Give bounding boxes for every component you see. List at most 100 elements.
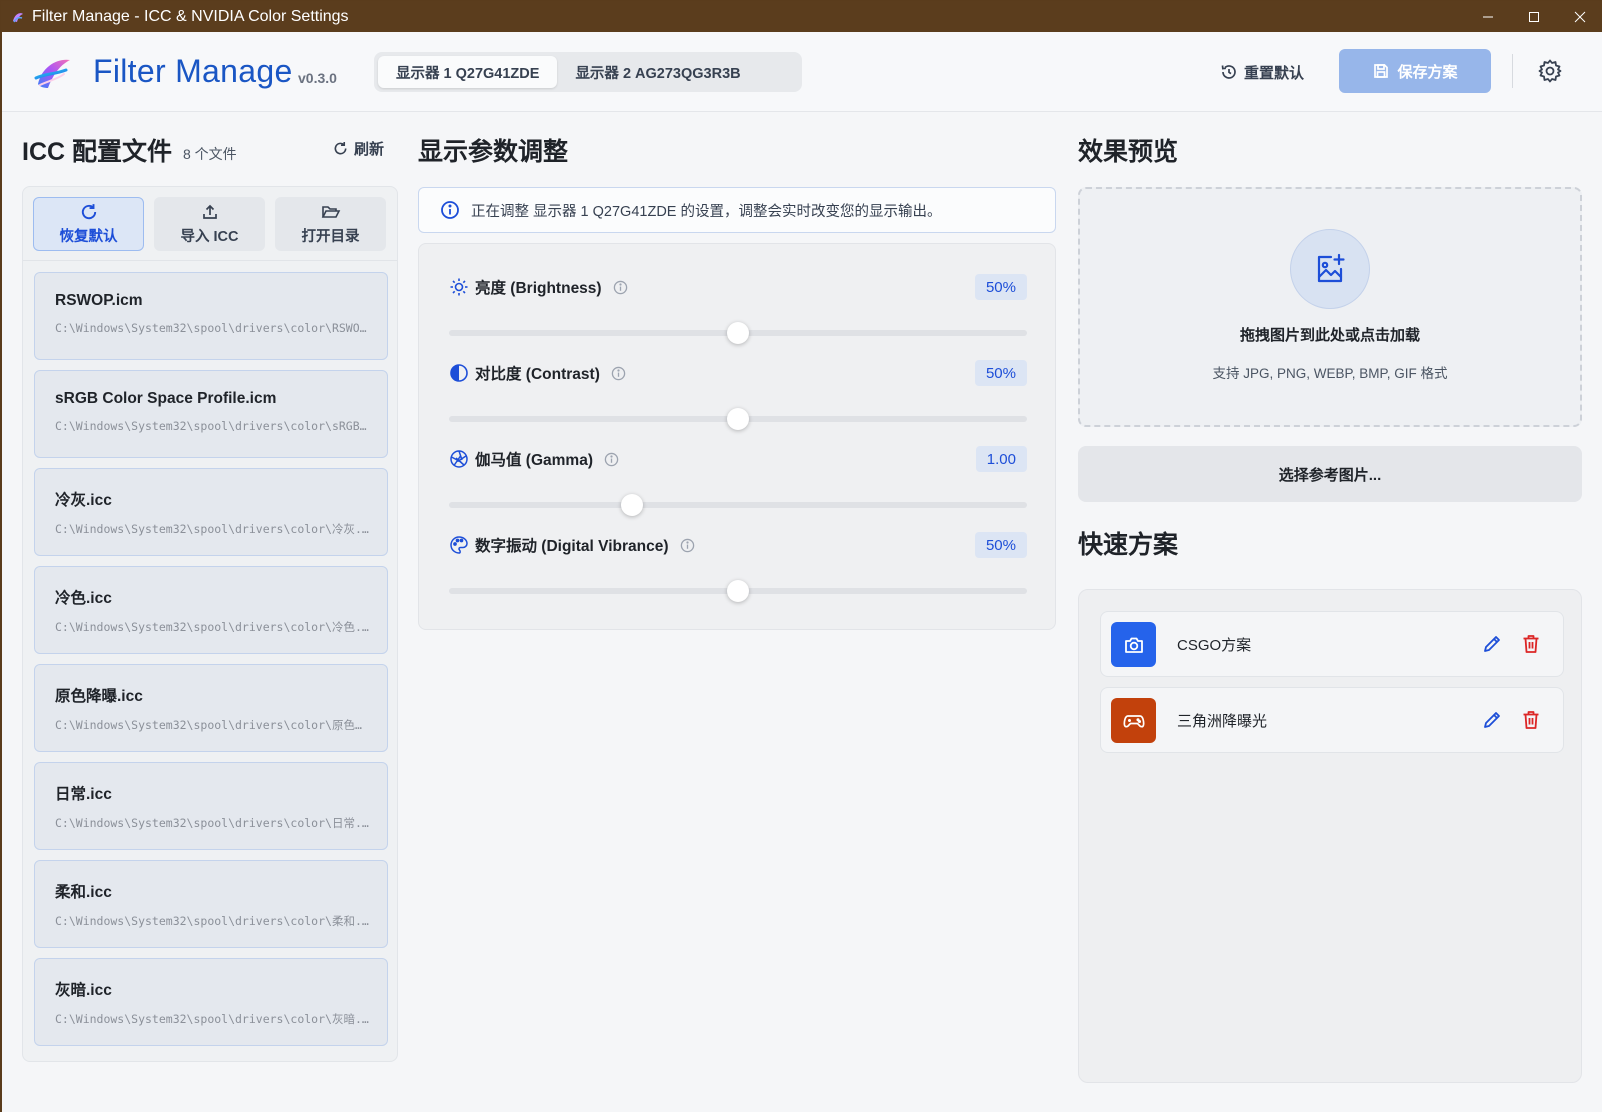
reset-default-button[interactable]: 重置默认 [1220,59,1304,85]
monitor-tabs: 显示器 1 Q27G41ZDE 显示器 2 AG273QG3R3B [374,52,802,92]
info-text: 正在调整 显示器 1 Q27G41ZDE 的设置，调整会实时改变您的显示输出。 [471,203,942,220]
icc-file-path: C:\Windows\System32\spool\drivers\color\… [55,914,369,928]
icc-file-item[interactable]: 冷色.icc C:\Windows\System32\spool\drivers\… [34,566,388,654]
restore-default-button[interactable]: 恢复默认 [33,197,144,251]
upload-icon [202,204,217,219]
open-directory-label: 打开目录 [301,228,360,245]
icc-file-item[interactable]: 灰暗.icc C:\Windows\System32\spool\drivers\… [34,958,388,1046]
plan-item[interactable]: 三角洲降曝光 [1100,687,1564,753]
param-label-row: 伽马值 (Gamma) [449,448,619,470]
gamma-slider[interactable] [449,494,1027,516]
icc-file-name: 灰暗.icc [55,982,112,999]
icc-file-item[interactable]: RSWOP.icm C:\Windows\System32\spool\drive… [34,272,388,360]
gamepad-icon [1123,714,1144,728]
app-window: Filter Manage - ICC & NVIDIA Color Setti… [0,0,1602,1112]
help-info-icon[interactable] [680,538,695,553]
edit-pencil-icon[interactable] [1481,709,1503,731]
dropzone-title: 拖拽图片到此处或点击加载 [1239,327,1420,344]
import-icc-button[interactable]: 导入 ICC [154,197,265,251]
param-contrast: 对比度 (Contrast) 50% [449,360,1027,432]
edit-pencil-icon[interactable] [1481,633,1503,655]
icc-file-item[interactable]: 冷灰.icc C:\Windows\System32\spool\drivers\… [34,468,388,556]
brightness-slider-thumb[interactable] [727,322,749,344]
aperture-icon [450,450,468,468]
camera-icon [1124,637,1143,653]
app-body: Filter Manage v0.3.0 显示器 1 Q27G41ZDE 显示器… [2,32,1602,1112]
version-label: v0.3.0 [298,70,337,86]
close-button[interactable] [1557,1,1602,32]
icc-file-item[interactable]: 柔和.icc C:\Windows\System32\spool\drivers\… [34,860,388,948]
icc-file-name: 冷色.icc [55,590,112,607]
restore-default-label: 恢复默认 [59,228,118,245]
plan-item[interactable]: CSGO方案 [1100,611,1564,677]
minimize-icon [1483,16,1493,17]
info-banner: 正在调整 显示器 1 Q27G41ZDE 的设置，调整会实时改变您的显示输出。 [418,187,1056,233]
icc-file-path: C:\Windows\System32\spool\drivers\color\… [55,816,369,830]
import-icc-label: 导入 ICC [180,228,239,245]
tab-monitor-1[interactable]: 显示器 1 Q27G41ZDE [378,56,558,88]
quick-plans-panel: CSGO方案 三角洲降曝光 [1078,589,1582,1083]
icc-panel: 恢复默认 导入 ICC 打开目录 RSWOP.icm C:\Windows\Sys… [22,186,398,1062]
tab-monitor-2[interactable]: 显示器 2 AG273QG3R3B [557,56,758,88]
save-plan-button[interactable]: 保存方案 [1339,49,1491,93]
icc-file-item[interactable]: 日常.icc C:\Windows\System32\spool\drivers\… [34,762,388,850]
maximize-button[interactable] [1511,1,1557,32]
close-icon [1574,11,1586,22]
brightness-slider[interactable] [449,322,1027,344]
contrast-slider-thumb[interactable] [727,408,749,430]
app-header: Filter Manage v0.3.0 显示器 1 Q27G41ZDE 显示器… [2,32,1602,112]
quick-plans-title: 快速方案 [1078,531,1179,559]
minimize-button[interactable] [1465,1,1511,32]
icc-file-path: C:\Windows\System32\spool\drivers\color\… [55,1012,369,1026]
reset-history-icon [1221,65,1236,79]
icc-file-list: RSWOP.icm C:\Windows\System32\spool\drive… [34,272,388,1056]
delete-trash-icon[interactable] [1520,633,1542,655]
contrast-value: 50% [974,360,1027,386]
title-bar: Filter Manage - ICC & NVIDIA Color Setti… [1,1,1602,32]
delete-trash-icon[interactable] [1520,709,1542,731]
param-label-row: 对比度 (Contrast) [449,362,626,384]
add-image-icon-circle [1290,229,1370,309]
help-info-icon[interactable] [613,280,628,295]
vibrance-slider[interactable] [449,580,1027,602]
vibrance-value: 50% [974,532,1027,558]
help-info-icon[interactable] [611,366,626,381]
refresh-icon [81,203,96,219]
refresh-label: 刷新 [354,141,385,158]
settings-gear-icon[interactable] [1537,58,1563,84]
icc-file-path: C:\Windows\System32\spool\drivers\color\… [55,620,369,634]
contrast-slider[interactable] [449,408,1027,430]
icc-file-name: 日常.icc [55,786,112,803]
icc-file-path: C:\Windows\System32\spool\drivers\color\… [55,718,369,732]
param-vibrance: 数字振动 (Digital Vibrance) 50% [449,532,1027,604]
adjust-panel: 亮度 (Brightness) 50% 对比度 (Contrast) 50% 伽… [418,243,1056,630]
image-dropzone[interactable]: 拖拽图片到此处或点击加载 支持 JPG, PNG, WEBP, BMP, GIF… [1078,187,1582,427]
brand-title: Filter Manage [93,53,293,89]
icc-file-path: C:\Windows\System32\spool\drivers\color\… [55,419,369,433]
preview-section-title: 效果预览 [1078,138,1179,166]
plan-name: 三角洲降曝光 [1177,713,1268,730]
palette-icon [450,536,468,554]
contrast-icon [450,364,468,382]
brightness-value: 50% [974,274,1027,300]
icc-file-item[interactable]: sRGB Color Space Profile.icm C:\Windows\S… [34,370,388,458]
reset-default-label: 重置默认 [1244,64,1305,82]
icc-file-name: RSWOP.icm [55,292,143,309]
help-info-icon[interactable] [604,452,619,467]
gamma-slider-thumb[interactable] [621,494,644,516]
save-plan-label: 保存方案 [1397,63,1458,81]
save-floppy-icon [1374,64,1389,78]
app-logo-icon [13,12,23,22]
icc-file-name: 原色降曝.icc [55,688,143,705]
open-directory-button[interactable]: 打开目录 [275,197,386,251]
contrast-label: 对比度 (Contrast) [475,366,600,383]
icc-toolbar: 恢复默认 导入 ICC 打开目录 [23,187,397,261]
icc-file-item[interactable]: 原色降曝.icc C:\Windows\System32\spool\driver… [34,664,388,752]
param-label-row: 亮度 (Brightness) [449,276,628,298]
refresh-button[interactable]: 刷新 [333,138,384,159]
icc-file-path: C:\Windows\System32\spool\drivers\color\… [55,522,369,536]
vibrance-slider-thumb[interactable] [727,580,749,602]
dropzone-subtitle: 支持 JPG, PNG, WEBP, BMP, GIF 格式 [1212,366,1448,381]
window-title: Filter Manage - ICC & NVIDIA Color Setti… [32,7,349,25]
choose-reference-image-button[interactable]: 选择参考图片... [1078,446,1582,502]
